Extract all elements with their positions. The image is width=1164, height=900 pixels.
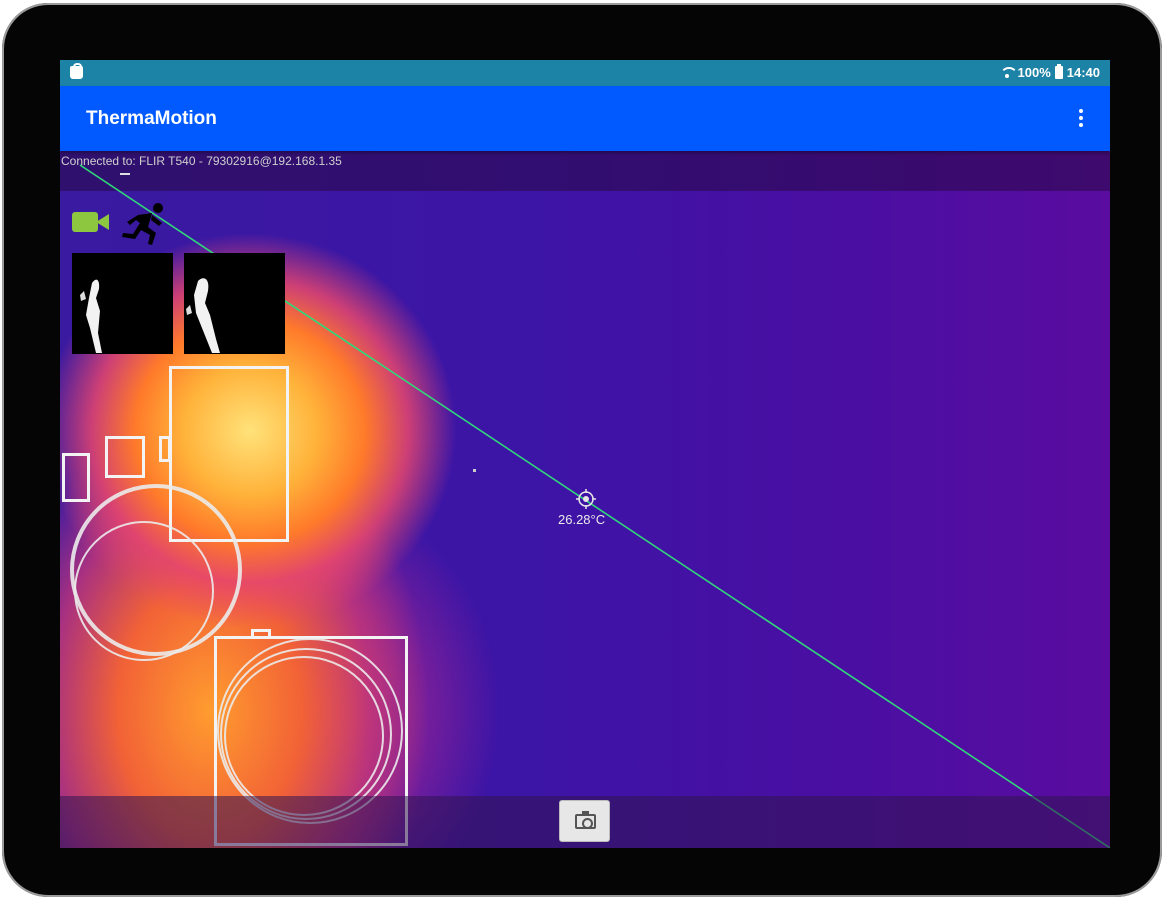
tracking-circle [224, 656, 384, 816]
crosshair-icon [576, 489, 596, 509]
spot-temperature: 26.28°C [558, 512, 606, 527]
battery-percent: 100% [1017, 65, 1051, 80]
connection-status: Connected to: FLIR T540 - 79302916@192.1… [61, 154, 342, 168]
screen: 100% 14:40 ThermaMotion Connected to: FL… [60, 60, 1110, 848]
thermal-camera-view[interactable]: Connected to: FLIR T540 - 79302916@192.1… [60, 151, 1110, 848]
connection-indicator [120, 173, 130, 175]
tracking-circle [74, 521, 214, 661]
detection-box [159, 436, 171, 462]
running-person-icon[interactable] [118, 201, 170, 247]
motion-mask-thumbnail [72, 253, 173, 354]
detection-box [62, 453, 90, 502]
detection-box [251, 629, 271, 639]
video-camera-icon[interactable] [72, 212, 110, 232]
wifi-icon [999, 66, 1018, 79]
battery-icon [1054, 64, 1063, 79]
camera-icon [575, 811, 596, 829]
marker-dot [473, 469, 476, 472]
status-bar: 100% 14:40 [60, 60, 1110, 86]
app-bar: ThermaMotion [60, 86, 1110, 151]
tablet-frame: 100% 14:40 ThermaMotion Connected to: FL… [2, 3, 1162, 897]
capture-button[interactable] [559, 800, 610, 842]
shopping-bag-icon [70, 63, 83, 79]
clock: 14:40 [1066, 65, 1100, 80]
more-vert-icon[interactable] [1078, 109, 1084, 127]
detection-box [105, 436, 145, 478]
app-title: ThermaMotion [86, 108, 217, 129]
motion-mask-thumbnail [184, 253, 285, 354]
